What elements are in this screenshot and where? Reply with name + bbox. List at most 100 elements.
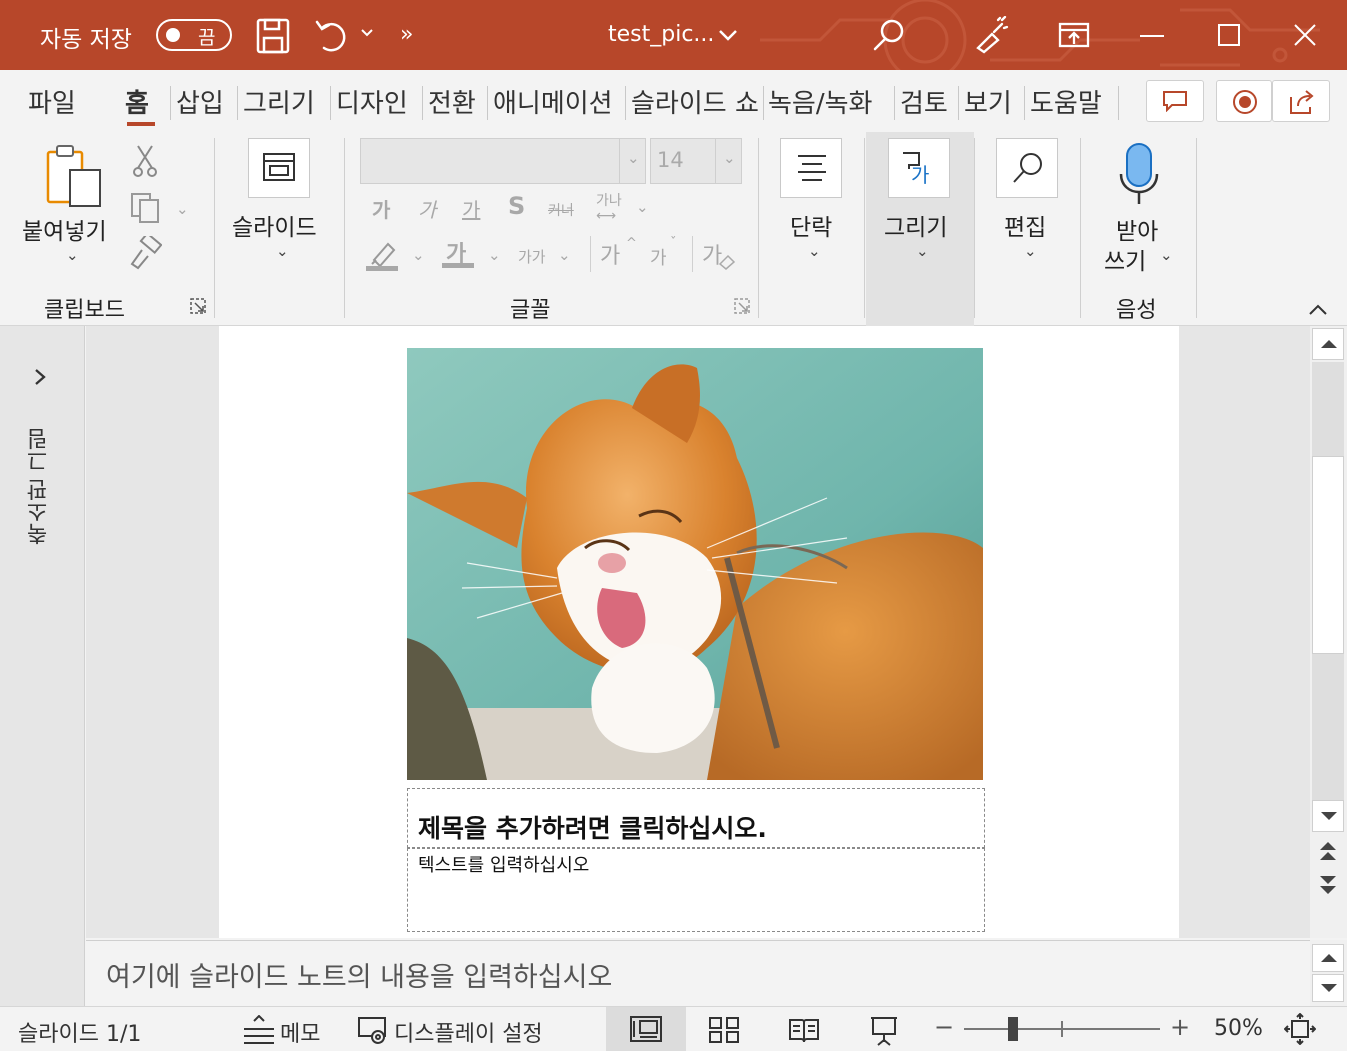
bold-button[interactable]: 가 bbox=[372, 194, 390, 223]
underline-button[interactable]: 가 bbox=[462, 194, 480, 223]
display-settings-button[interactable]: 디스플레이 설정 bbox=[394, 1016, 543, 1048]
normal-view-button[interactable] bbox=[606, 1007, 686, 1051]
drawing-label[interactable]: 그리기 bbox=[884, 208, 947, 242]
close-icon[interactable] bbox=[1294, 24, 1316, 46]
font-name-combo[interactable]: ⌄ bbox=[360, 138, 646, 184]
designer-icon[interactable] bbox=[972, 16, 1010, 54]
thumbnails-label[interactable]: 축소판 그림 bbox=[24, 415, 54, 545]
tab-slideshow[interactable]: 슬라이드 쇼 bbox=[631, 83, 761, 120]
font-name-dropdown-icon[interactable]: ⌄ bbox=[627, 149, 640, 167]
paragraph-button[interactable] bbox=[780, 138, 842, 198]
paragraph-dropdown-icon[interactable]: ⌄ bbox=[808, 242, 821, 260]
search-icon[interactable] bbox=[872, 18, 906, 52]
notes-button[interactable]: 메모 bbox=[280, 1016, 320, 1048]
maximize-icon[interactable] bbox=[1218, 24, 1240, 46]
tab-design[interactable]: 디자인 bbox=[336, 83, 408, 120]
vertical-scrollbar[interactable] bbox=[1310, 326, 1347, 938]
slide-dropdown-icon[interactable]: ⌄ bbox=[276, 242, 289, 260]
drawing-button[interactable]: 가 bbox=[888, 138, 950, 198]
italic-button[interactable]: 가 bbox=[418, 194, 436, 223]
tab-record[interactable]: 녹음/녹화 bbox=[768, 83, 872, 120]
tab-home[interactable]: 홈 bbox=[125, 83, 149, 120]
comments-button[interactable] bbox=[1146, 80, 1204, 122]
reading-view-icon[interactable] bbox=[788, 1016, 820, 1044]
copy-dropdown-icon[interactable]: ⌄ bbox=[176, 200, 189, 218]
highlight-color-icon[interactable] bbox=[366, 238, 400, 272]
change-case-button[interactable]: 가가 bbox=[518, 246, 546, 267]
zoom-level[interactable]: 50% bbox=[1214, 1016, 1263, 1041]
editing-dropdown-icon[interactable]: ⌄ bbox=[1024, 242, 1037, 260]
scroll-down-button[interactable] bbox=[1312, 800, 1344, 832]
font-size-dropdown-icon[interactable]: ⌄ bbox=[723, 149, 736, 167]
zoom-slider-thumb[interactable] bbox=[1008, 1017, 1018, 1041]
tab-insert[interactable]: 삽입 bbox=[176, 83, 224, 120]
undo-icon[interactable] bbox=[314, 18, 350, 54]
strikethrough-button[interactable]: 커너 bbox=[548, 200, 574, 220]
notes-scroll-up-button[interactable] bbox=[1312, 944, 1344, 972]
copy-icon[interactable] bbox=[130, 192, 162, 224]
shrink-font-button[interactable]: 가 bbox=[650, 244, 667, 270]
next-slide-icon[interactable] bbox=[1318, 874, 1338, 896]
more-commands[interactable]: » bbox=[400, 22, 413, 47]
highlight-dropdown-icon[interactable]: ⌄ bbox=[412, 246, 425, 264]
cut-icon[interactable] bbox=[132, 144, 158, 178]
scroll-up-button[interactable] bbox=[1312, 328, 1344, 360]
tab-transitions[interactable]: 전환 bbox=[428, 83, 476, 120]
title-dropdown-icon[interactable] bbox=[718, 28, 738, 42]
grow-font-button[interactable]: 가 bbox=[600, 238, 620, 270]
notes-scroll-down-button[interactable] bbox=[1312, 974, 1344, 1002]
undo-dropdown-icon[interactable] bbox=[360, 28, 374, 38]
microphone-icon[interactable] bbox=[1118, 142, 1160, 206]
save-icon[interactable] bbox=[256, 18, 290, 54]
minimize-icon[interactable] bbox=[1140, 34, 1164, 38]
slide-sorter-icon[interactable] bbox=[708, 1016, 740, 1044]
font-size-combo[interactable]: 14 ⌄ bbox=[650, 138, 742, 184]
tab-view[interactable]: 보기 bbox=[964, 83, 1012, 120]
slide-label[interactable]: 슬라이드 bbox=[232, 208, 317, 242]
paste-label[interactable]: 붙여넣기 bbox=[22, 212, 107, 246]
editing-label[interactable]: 편집 bbox=[1004, 208, 1046, 242]
zoom-out-button[interactable]: − bbox=[934, 1013, 954, 1041]
tab-review[interactable]: 검토 bbox=[900, 83, 948, 120]
tab-draw[interactable]: 그리기 bbox=[243, 83, 315, 120]
notes-pane[interactable]: 여기에 슬라이드 노트의 내용을 입력하십시오 bbox=[86, 940, 1310, 1006]
dictate-label-line1[interactable]: 받아 bbox=[1116, 212, 1158, 246]
char-spacing-button[interactable]: 가나 bbox=[596, 190, 622, 210]
font-launcher-icon[interactable] bbox=[734, 298, 750, 314]
ribbon-display-icon[interactable] bbox=[1058, 22, 1090, 50]
new-slide-button[interactable] bbox=[248, 138, 310, 198]
paste-dropdown-icon[interactable]: ⌄ bbox=[66, 246, 79, 264]
slideshow-icon[interactable] bbox=[870, 1016, 898, 1046]
fit-to-window-icon[interactable] bbox=[1284, 1013, 1316, 1045]
drawing-dropdown-icon[interactable]: ⌄ bbox=[916, 242, 929, 260]
editing-button[interactable] bbox=[996, 138, 1058, 198]
dictate-label-line2[interactable]: 쓰기 bbox=[1104, 242, 1146, 276]
previous-slide-icon[interactable] bbox=[1318, 840, 1338, 862]
font-color-dropdown-icon[interactable]: ⌄ bbox=[488, 246, 501, 264]
record-button[interactable] bbox=[1216, 80, 1272, 122]
share-button[interactable] bbox=[1272, 80, 1330, 122]
spacing-dropdown-icon[interactable]: ⌄ bbox=[636, 198, 649, 216]
autosave-toggle[interactable]: 끔 bbox=[156, 19, 232, 51]
cat-photo[interactable] bbox=[407, 348, 983, 780]
notes-icon[interactable] bbox=[242, 1015, 276, 1045]
paste-icon[interactable] bbox=[44, 144, 106, 208]
collapse-ribbon-icon[interactable] bbox=[1308, 304, 1328, 316]
file-title[interactable]: test_pic... bbox=[608, 22, 714, 47]
format-painter-icon[interactable] bbox=[128, 236, 162, 270]
clipboard-launcher-icon[interactable] bbox=[190, 298, 206, 314]
expand-thumbnails-icon[interactable] bbox=[33, 368, 47, 386]
notes-scrollbar[interactable] bbox=[1310, 940, 1347, 1006]
tab-help[interactable]: 도움말 bbox=[1030, 83, 1102, 120]
title-placeholder[interactable]: 제목을 추가하려면 클릭하십시오. bbox=[407, 788, 985, 848]
paragraph-label[interactable]: 단락 bbox=[790, 208, 832, 242]
body-placeholder[interactable]: 텍스트를 입력하십시오 bbox=[407, 848, 985, 932]
tab-animations[interactable]: 애니메이션 bbox=[493, 83, 623, 120]
shadow-button[interactable]: S bbox=[508, 192, 525, 220]
scroll-thumb[interactable] bbox=[1312, 456, 1344, 654]
tab-file[interactable]: 파일 bbox=[28, 83, 76, 120]
display-settings-icon[interactable] bbox=[358, 1017, 388, 1045]
dictate-dropdown-icon[interactable]: ⌄ bbox=[1160, 246, 1173, 264]
zoom-in-button[interactable]: + bbox=[1170, 1013, 1190, 1041]
case-dropdown-icon[interactable]: ⌄ bbox=[558, 246, 571, 264]
